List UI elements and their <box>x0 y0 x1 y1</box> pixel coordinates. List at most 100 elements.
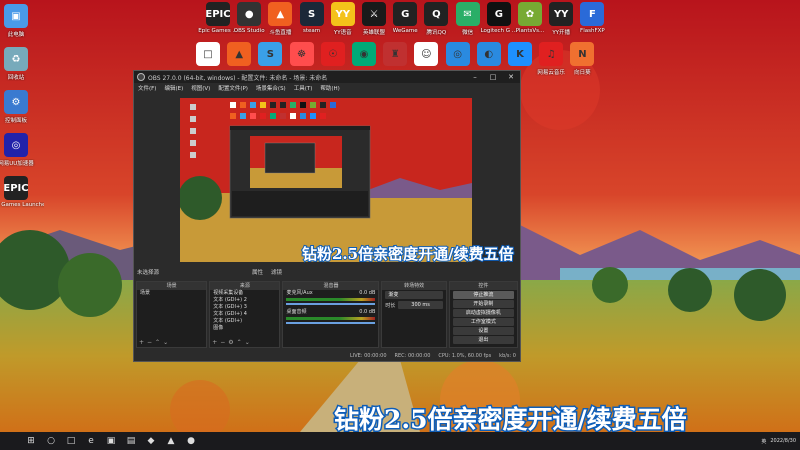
taskview-icon[interactable]: □ <box>62 432 80 450</box>
menu-view[interactable]: 视图(V) <box>191 84 210 92</box>
desktop-icon[interactable]: ▣ 此电脑 <box>0 4 44 38</box>
desktop-icon[interactable]: ◎ 网易UU加速器 <box>0 133 44 167</box>
duration-input[interactable]: 300 ms <box>398 301 443 309</box>
edge-icon[interactable]: e <box>82 432 100 450</box>
mixer-channel: 麦克风/Aux 0.0 dB <box>283 290 378 297</box>
clock-date[interactable]: 2022/8/30 <box>770 438 796 444</box>
transition-select[interactable]: 渐变 <box>385 291 443 299</box>
exit-button[interactable]: 退出 <box>452 336 514 344</box>
stop-streaming-button[interactable]: 停止推流 <box>452 291 514 299</box>
channel-level: 0.0 dB <box>359 290 376 296</box>
live-status: LIVE: 00:00:00 <box>349 353 387 359</box>
source-item[interactable]: 视频采集设备 <box>210 290 279 297</box>
source-item[interactable]: 文本 (GDI+) 3 <box>210 304 279 311</box>
volume-meter <box>286 298 376 301</box>
source-item[interactable]: 文本 (GDI+) 4 <box>210 311 279 318</box>
obs-menubar: 文件(F) 编辑(E) 视图(V) 配置文件(P) 场景集合(S) 工具(T) … <box>134 83 520 93</box>
search-icon[interactable]: ○ <box>42 432 60 450</box>
obs-logo-icon <box>137 73 145 81</box>
scene-item[interactable]: 场景 <box>137 290 206 297</box>
source-item[interactable]: 文本 (GDI+) <box>210 318 279 325</box>
app-icon: EPIC <box>3 176 29 200</box>
source-tools[interactable]: +−⚙⌃⌄ <box>212 339 253 346</box>
obs-window[interactable]: OBS 27.0.0 (64-bit, windows) - 配置文件: 未命名… <box>133 70 521 362</box>
volume-meter <box>286 317 376 320</box>
source-item[interactable]: 文本 (GDI+) 2 <box>210 297 279 304</box>
menu-edit[interactable]: 编辑(E) <box>164 84 183 92</box>
obs-titlebar[interactable]: OBS 27.0.0 (64-bit, windows) - 配置文件: 未命名… <box>134 71 520 83</box>
volume-slider[interactable] <box>286 303 376 305</box>
app-icon: ♻ <box>4 47 28 71</box>
ime-indicator[interactable]: 英 <box>761 438 766 445</box>
mixer-dock: 混音器 麦克风/Aux 0.0 dB 桌面音频 0.0 dB <box>282 281 380 348</box>
obs-icon[interactable]: ● <box>182 432 200 450</box>
duration-label: 时长 <box>385 302 396 309</box>
desktop-icon[interactable]: N 向日葵 <box>554 42 610 76</box>
kbps-status: kb/s: 0 <box>499 353 516 359</box>
explorer-icon[interactable]: ▤ <box>122 432 140 450</box>
app-icon: ⚙ <box>4 90 28 114</box>
controls-header: 控件 <box>449 282 517 290</box>
channel-name: 桌面音频 <box>286 309 307 315</box>
app-icon: ▣ <box>4 4 28 28</box>
obs-statusbar: LIVE: 00:00:00 REC: 00:00:00 CPU: 1.0%, … <box>134 351 520 361</box>
desktop-icon-label: 回收站 <box>7 75 25 81</box>
desktop-icon-label: Epic Games Launcher <box>0 202 44 208</box>
app-icon: F <box>580 2 605 26</box>
virtual-camera-button[interactable]: 启动虚拟摄像机 <box>452 309 514 317</box>
store-icon[interactable]: ▣ <box>102 432 120 450</box>
scene-info-bar: 未选择源 属性 滤镜 <box>134 267 520 277</box>
filters-button[interactable]: 滤镜 <box>271 268 282 276</box>
desktop-icon[interactable]: ♻ 回收站 <box>0 47 44 81</box>
source-item[interactable]: 图像 <box>210 325 279 332</box>
douyu-icon[interactable]: ▲ <box>162 432 180 450</box>
obs-title: OBS 27.0.0 (64-bit, windows) - 配置文件: 未命名… <box>148 74 328 82</box>
start-recording-button[interactable]: 开始录制 <box>452 300 514 308</box>
scenes-header: 场景 <box>137 282 207 290</box>
no-source-label: 未选择源 <box>137 270 160 276</box>
menu-help[interactable]: 帮助(H) <box>320 84 339 92</box>
desktop-icon[interactable]: F FlashFXP <box>564 2 620 34</box>
studio-mode-button[interactable]: 工作室模式 <box>452 318 514 326</box>
controls-dock: 控件 停止推流 开始录制 启动虚拟摄像机 工作室模式 设置 退出 <box>448 281 518 348</box>
app-icon[interactable]: ◆ <box>142 432 160 450</box>
channel-name: 麦克风/Aux <box>286 290 313 296</box>
desktop-icon-label: 网易UU加速器 <box>0 161 34 167</box>
maximize-icon[interactable]: □ <box>484 71 502 83</box>
minimize-icon[interactable]: – <box>466 71 484 83</box>
settings-button[interactable]: 设置 <box>452 327 514 335</box>
desktop-icon-label: 此电脑 <box>7 32 25 38</box>
scenes-dock: 场景 场景 +−⌃⌄ <box>136 281 208 348</box>
overlay-caption-big: 钻粉2.5倍亲密度开通/续费五倍 <box>333 404 689 436</box>
start-icon[interactable]: ⊞ <box>22 432 40 450</box>
mixer-header: 混音器 <box>283 282 379 290</box>
desktop-icon-label: 控制面板 <box>4 118 27 124</box>
properties-button[interactable]: 属性 <box>252 268 263 276</box>
app-icon: ◎ <box>4 133 28 157</box>
app-icon: N <box>570 42 595 66</box>
obs-preview[interactable] <box>180 98 472 262</box>
desktop-icon[interactable]: ⚙ 控制面板 <box>0 90 44 124</box>
mixer-channel: 桌面音频 0.0 dB <box>283 309 378 316</box>
volume-slider[interactable] <box>286 322 376 324</box>
desktop-icon-label: FlashFXP <box>580 28 605 34</box>
transitions-dock: 转场特效 渐变 时长 300 ms <box>381 281 447 348</box>
cpu-status: CPU: 1.0%, 60.00 fps <box>438 353 492 359</box>
menu-tools[interactable]: 工具(T) <box>294 84 313 92</box>
transitions-header: 转场特效 <box>382 282 446 290</box>
overlay-caption-small: 钻粉2.5倍亲密度开通/续费五倍 <box>301 244 515 264</box>
rec-status: REC: 00:00:00 <box>394 353 431 359</box>
close-icon[interactable]: ✕ <box>502 71 520 83</box>
channel-level: 0.0 dB <box>359 309 376 315</box>
menu-scene-collection[interactable]: 场景集合(S) <box>256 84 286 92</box>
system-tray: 英 2022/8/30 <box>761 432 796 450</box>
scene-tools[interactable]: +−⌃⌄ <box>139 339 171 346</box>
menu-profile[interactable]: 配置文件(P) <box>218 84 248 92</box>
sources-dock: 来源 视频采集设备 文本 (GDI+) 2 文本 (GDI+) 3 文本 (GD… <box>209 281 281 348</box>
menu-file[interactable]: 文件(F) <box>138 84 156 92</box>
desktop-icon[interactable]: EPIC Epic Games Launcher <box>0 176 44 208</box>
sources-header: 来源 <box>210 282 280 290</box>
desktop-icon-label: 向日葵 <box>574 70 591 76</box>
taskbar: ⊞ ○ □ e ▣ ▤ ◆ ▲ ● 英 2022/8/30 <box>0 432 800 450</box>
preview-canvas <box>180 98 472 262</box>
